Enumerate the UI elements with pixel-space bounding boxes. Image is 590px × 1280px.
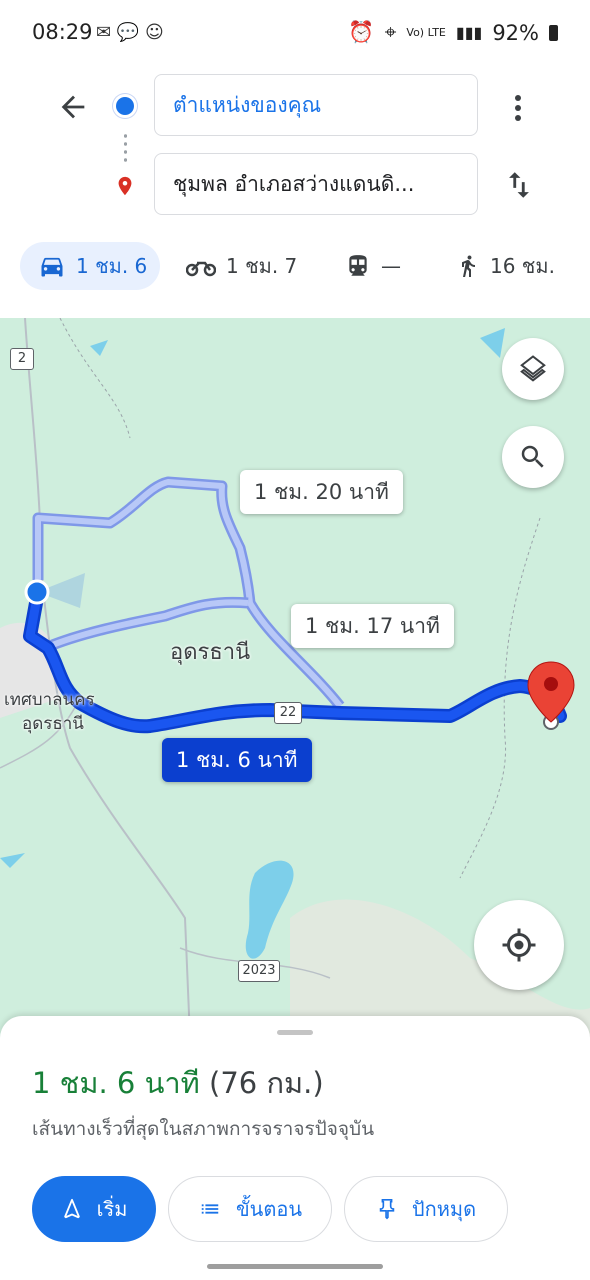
route-alt1-bubble[interactable]: 1 ชม. 20 นาที: [240, 470, 403, 514]
pushpin-icon: [379, 1199, 395, 1220]
search-icon: [521, 445, 544, 468]
water-shape: [480, 328, 505, 358]
route-connector-icon: [124, 132, 127, 164]
alt-route-1-line: [35, 479, 343, 708]
battery-icon: [549, 24, 558, 41]
road-shield-22: 22: [274, 702, 302, 724]
road-shield-2023: 2023: [238, 960, 280, 982]
destination-input[interactable]: ชุมพล อำเภอสว่างแดนดิ...: [154, 153, 478, 215]
search-along-route-button[interactable]: [502, 426, 564, 488]
pin-label: ปักหมุด: [411, 1197, 477, 1221]
destination-marker-center: [544, 677, 558, 691]
my-location-icon: [502, 928, 536, 962]
boundary-line: [59, 318, 131, 439]
mode-walk-label: 16 ชม.: [490, 254, 555, 278]
more-vert-icon: [515, 95, 521, 121]
location-icon: ⌖: [384, 20, 397, 44]
destination-pin-icon: [114, 172, 136, 204]
recenter-button[interactable]: [474, 900, 564, 990]
train-icon: [349, 255, 367, 276]
route-summary-sheet[interactable]: 1 ชม. 6 นาที (76 กม.) เส้นทางเร็วที่สุดใ…: [0, 1016, 590, 1280]
more-options-button[interactable]: [506, 92, 530, 124]
lake-shape: [245, 860, 294, 959]
layers-button[interactable]: [502, 338, 564, 400]
navigation-icon: [63, 1198, 80, 1219]
mode-walk-tab[interactable]: 16 ชม.: [456, 242, 555, 290]
mode-motorcycle-label: 1 ชม. 7: [226, 254, 298, 278]
route-distance: (76 กม.): [209, 1066, 324, 1100]
current-location-dot: [24, 579, 50, 605]
municipality-label-line1: เทศบาลนคร: [4, 690, 95, 710]
pin-button[interactable]: ปักหมุด: [344, 1176, 508, 1242]
status-time: 08:29: [32, 20, 93, 44]
car-icon: [41, 257, 63, 277]
steps-label: ขั้นตอน: [235, 1197, 302, 1221]
motorcycle-icon: [186, 261, 216, 277]
back-arrow-icon: [61, 95, 85, 119]
route-summary: 1 ชม. 6 นาที (76 กม.): [32, 1060, 324, 1106]
notification-icons: ✉ 💬 ☺: [96, 22, 164, 43]
mode-motorcycle-tab[interactable]: 1 ชม. 7: [186, 242, 297, 290]
municipality-label-line2: อุดรธานี: [22, 714, 84, 734]
route-description: เส้นทางเร็วที่สุดในสภาพการจราจรปัจจุบัน: [32, 1118, 375, 1140]
water-shape: [90, 340, 108, 356]
origin-input[interactable]: ตำแหน่งของคุณ: [154, 74, 478, 136]
battery-level: 92%: [492, 20, 539, 45]
gesture-nav-bar[interactable]: [207, 1264, 383, 1269]
map-view[interactable]: 2 22 2023 อุดรธานี เทศบาลนคร อุดรธานี 1 …: [0, 318, 590, 1038]
status-right: ⏰ ⌖ Vo) LTE ▮▮▮ 92%: [348, 20, 558, 45]
list-icon: [201, 1204, 219, 1214]
route-duration: 1 ชม. 6 นาที: [32, 1066, 200, 1100]
directions-header: ตำแหน่งของคุณ ชุมพล อำเภอสว่างแดนดิ... 1…: [0, 66, 590, 318]
walk-icon: [462, 255, 475, 277]
route-alt2-bubble[interactable]: 1 ชม. 17 นาที: [291, 604, 454, 648]
route-main-bubble[interactable]: 1 ชม. 6 นาที: [162, 738, 312, 782]
city-label: อุดรธานี: [170, 640, 251, 665]
origin-dot-icon: [116, 97, 134, 115]
network-label: Vo) LTE: [406, 26, 446, 39]
mode-drive-tab[interactable]: 1 ชม. 6: [20, 242, 160, 290]
signal-icon: ▮▮▮: [455, 23, 483, 42]
alt-route-1-outline: [32, 476, 345, 710]
sheet-drag-handle[interactable]: [277, 1030, 313, 1035]
road-shield-2: 2: [10, 348, 34, 370]
mode-transit-tab[interactable]: —: [345, 242, 401, 290]
destination-marker-icon: [527, 661, 575, 723]
water-shape: [0, 853, 25, 868]
start-label: เริ่ม: [96, 1197, 128, 1221]
swap-button[interactable]: [502, 168, 536, 202]
layers-icon: [520, 355, 546, 382]
status-bar: 08:29 ✉ 💬 ☺ ⏰ ⌖ Vo) LTE ▮▮▮ 92%: [0, 0, 590, 66]
mode-drive-label: 1 ชม. 6: [76, 254, 148, 278]
mode-transit-label: —: [381, 254, 401, 278]
swap-vert-icon: [509, 172, 529, 198]
start-button[interactable]: เริ่ม: [32, 1176, 156, 1242]
steps-button[interactable]: ขั้นตอน: [168, 1176, 332, 1242]
alarm-icon: ⏰: [348, 20, 375, 44]
back-button[interactable]: [56, 90, 90, 124]
